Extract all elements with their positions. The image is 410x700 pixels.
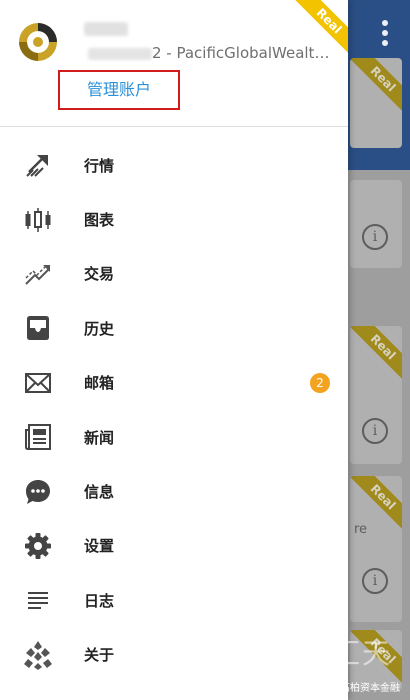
watermark: 外汇天眼: [242, 626, 402, 700]
account-header: 2 - PacificGlobalWealth... Real 管理账户: [0, 0, 348, 127]
menu-label: 设置: [84, 537, 115, 556]
menu-label: 信息: [84, 483, 115, 502]
list-lines-icon: [22, 584, 54, 616]
background-account-card[interactable]: Real i: [350, 326, 402, 464]
trend-arrow-icon: [22, 149, 54, 181]
menu-label: 关于: [84, 646, 115, 665]
account-name-blurred: [84, 22, 128, 36]
broker-logo-icon: [19, 23, 57, 61]
real-ribbon: Real: [350, 326, 402, 382]
menu-item-mailbox[interactable]: 邮箱 2: [0, 356, 348, 410]
trade-icon: [22, 258, 54, 290]
menu-label: 交易: [84, 265, 115, 284]
menu-item-journal[interactable]: 日志: [0, 573, 348, 627]
drawer-menu: 行情 图表 交易 历史 邮箱 2 新闻 信息 设置 日志 关于: [0, 138, 348, 682]
manage-accounts-link[interactable]: 管理账户: [60, 72, 178, 108]
real-ribbon: Real: [350, 58, 402, 114]
menu-label: 日志: [84, 591, 115, 610]
menu-label: 历史: [84, 319, 115, 338]
menu-item-history[interactable]: 历史: [0, 301, 348, 355]
background-account-card[interactable]: i: [350, 180, 402, 268]
navigation-drawer: 2 - PacificGlobalWealth... Real 管理账户 行情: [0, 0, 348, 700]
info-icon[interactable]: i: [362, 568, 388, 594]
real-tag: Real: [292, 0, 348, 56]
background-account-card[interactable]: Real re i: [350, 476, 402, 622]
background-account-card[interactable]: Real: [350, 58, 402, 148]
menu-label: 图表: [84, 211, 115, 230]
info-icon[interactable]: i: [362, 224, 388, 250]
chat-bubble-icon: [22, 476, 54, 508]
watermark-logo-icon: [244, 626, 294, 676]
inbox-tray-icon: [22, 312, 54, 344]
menu-label: 行情: [84, 156, 115, 175]
real-tag-corner: Real: [292, 0, 348, 56]
manage-accounts-highlight: 管理账户: [58, 70, 180, 110]
menu-item-trade[interactable]: 交易: [0, 247, 348, 301]
newspaper-icon: [22, 421, 54, 453]
menu-item-messages[interactable]: 信息: [0, 464, 348, 518]
menu-label: 新闻: [84, 428, 115, 447]
menu-item-charts[interactable]: 图表: [0, 192, 348, 246]
menu-item-settings[interactable]: 设置: [0, 519, 348, 573]
account-number-blurred: [88, 48, 152, 60]
menu-label: 邮箱: [84, 374, 115, 393]
info-icon[interactable]: i: [362, 418, 388, 444]
menu-item-quotes[interactable]: 行情: [0, 138, 348, 192]
overflow-menu-icon[interactable]: [382, 20, 388, 50]
watermark-caption: PGWC高柏资本金融: [309, 683, 400, 694]
menu-item-news[interactable]: 新闻: [0, 410, 348, 464]
envelope-icon: [22, 367, 54, 399]
gear-icon: [22, 530, 54, 562]
unread-badge: 2: [310, 372, 330, 393]
candlestick-chart-icon: [22, 204, 54, 236]
app-logo-icon: [22, 639, 54, 671]
partial-text: re: [354, 522, 368, 537]
